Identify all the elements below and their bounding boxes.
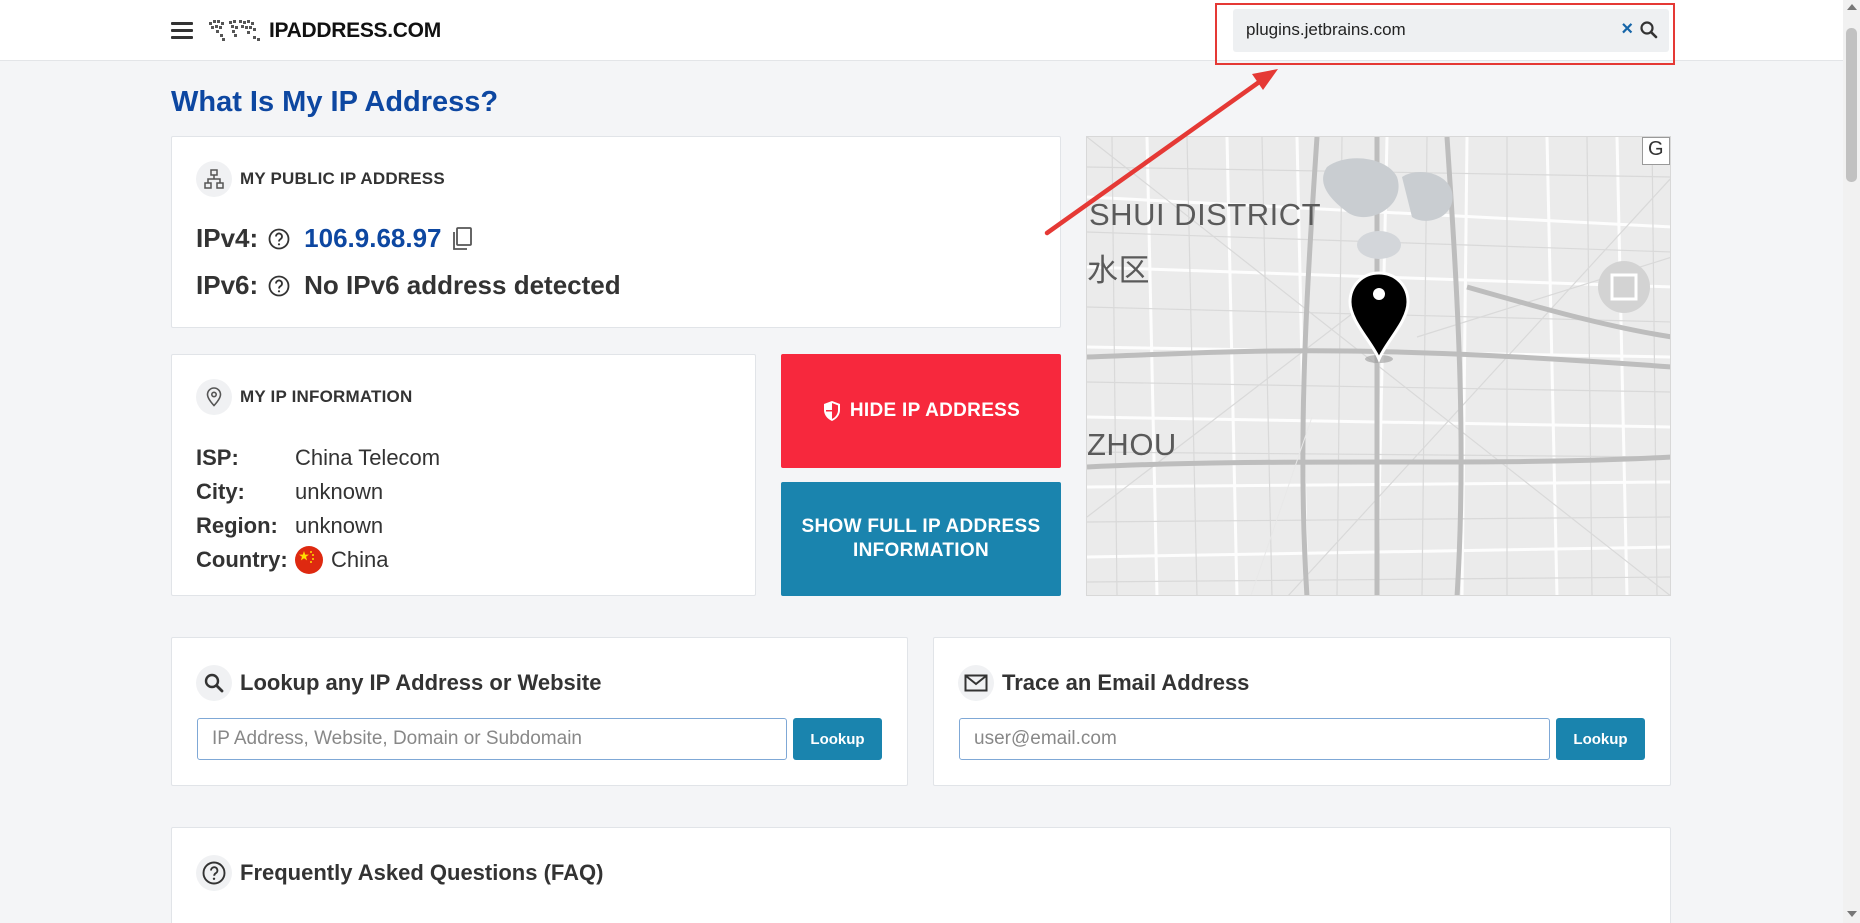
shield-icon bbox=[823, 401, 840, 421]
email-lookup-button[interactable]: Lookup bbox=[1556, 718, 1645, 760]
info-key: City: bbox=[196, 479, 245, 504]
info-key: ISP: bbox=[196, 445, 239, 470]
ipv4-value[interactable]: 106.9.68.97 bbox=[304, 223, 441, 254]
location-map[interactable]: SHUI DISTRICT 水区 ZHOU G bbox=[1086, 136, 1671, 596]
map-district-label-cn: 水区 bbox=[1087, 253, 1150, 288]
lookup-header: Lookup any IP Address or Website bbox=[196, 665, 601, 701]
page-title: What Is My IP Address? bbox=[171, 86, 499, 118]
ipv6-label: IPv6: bbox=[196, 270, 259, 300]
scrollbar[interactable] bbox=[1843, 0, 1860, 923]
info-row-city: City: unknown bbox=[196, 475, 440, 509]
copy-icon[interactable] bbox=[450, 226, 474, 252]
help-icon[interactable] bbox=[268, 275, 290, 297]
country-name: China bbox=[331, 547, 389, 572]
ipv6-row: IPv6: No IPv6 address detected bbox=[196, 270, 621, 301]
ip-info-header: MY IP INFORMATION bbox=[196, 379, 412, 415]
faq-header: Frequently Asked Questions (FAQ) bbox=[196, 855, 603, 891]
ip-info-table: ISP: China Telecom City: unknown Region:… bbox=[196, 441, 440, 577]
lookup-card bbox=[171, 637, 908, 786]
header-search-input[interactable]: plugins.jetbrains.com bbox=[1246, 20, 1406, 40]
faq-title: Frequently Asked Questions (FAQ) bbox=[240, 860, 604, 885]
scroll-down-arrow[interactable] bbox=[1847, 911, 1857, 917]
world-map-icon bbox=[209, 20, 260, 41]
hide-ip-label: HIDE IP ADDRESS bbox=[849, 400, 1021, 421]
info-value: unknown bbox=[295, 479, 384, 504]
header-search[interactable]: plugins.jetbrains.com × bbox=[1233, 9, 1669, 52]
info-row-isp: ISP: China Telecom bbox=[196, 441, 440, 475]
ip-lookup-button[interactable]: Lookup bbox=[793, 718, 882, 760]
ipv4-row: IPv4: 106.9.68.97 bbox=[196, 223, 474, 254]
search-icon[interactable] bbox=[1638, 19, 1660, 41]
scrollbar-thumb[interactable] bbox=[1846, 28, 1857, 182]
ip-info-heading: MY IP INFORMATION bbox=[240, 387, 413, 406]
help-icon[interactable] bbox=[268, 228, 290, 250]
show-full-ip-label: SHOW FULL IP ADDRESS INFORMATION bbox=[801, 516, 1041, 561]
info-row-country: Country: China bbox=[196, 543, 440, 577]
logo-text: IPADDRESS.COM bbox=[269, 19, 441, 42]
info-key: Country: bbox=[196, 547, 288, 572]
info-value: China bbox=[295, 546, 388, 574]
info-value: unknown bbox=[295, 513, 384, 538]
info-key: Region: bbox=[196, 513, 278, 538]
ipv6-value: No IPv6 address detected bbox=[304, 270, 621, 300]
map-district-label: SHUI DISTRICT bbox=[1089, 197, 1322, 232]
scroll-up-arrow[interactable] bbox=[1847, 4, 1857, 10]
email-trace-card bbox=[933, 637, 1671, 786]
show-full-ip-button[interactable]: SHOW FULL IP ADDRESS INFORMATION bbox=[781, 482, 1061, 596]
clear-icon[interactable]: × bbox=[1621, 18, 1633, 41]
ipv4-label: IPv4: bbox=[196, 223, 259, 253]
info-row-region: Region: unknown bbox=[196, 509, 440, 543]
network-icon bbox=[196, 161, 232, 197]
magnifier-icon bbox=[196, 665, 232, 701]
china-flag-icon bbox=[295, 546, 323, 574]
lookup-title: Lookup any IP Address or Website bbox=[240, 670, 602, 695]
site-logo[interactable]: IPADDRESS.COM bbox=[207, 14, 441, 48]
location-pin-icon bbox=[196, 379, 232, 415]
map-pin-icon[interactable] bbox=[1344, 269, 1414, 369]
public-ip-heading: MY PUBLIC IP ADDRESS bbox=[240, 169, 445, 188]
question-icon bbox=[196, 855, 232, 891]
info-value: China Telecom bbox=[295, 445, 441, 470]
envelope-icon bbox=[958, 665, 994, 701]
email-input[interactable]: user@email.com bbox=[959, 718, 1550, 760]
hide-ip-button[interactable]: HIDE IP ADDRESS bbox=[781, 354, 1061, 468]
map-area-label: ZHOU bbox=[1087, 427, 1177, 462]
ip-lookup-input[interactable]: IP Address, Website, Domain or Subdomain bbox=[197, 718, 787, 760]
public-ip-header: MY PUBLIC IP ADDRESS bbox=[196, 161, 445, 197]
menu-icon[interactable] bbox=[171, 22, 193, 40]
email-trace-title: Trace an Email Address bbox=[1002, 670, 1250, 695]
map-control[interactable]: G bbox=[1642, 137, 1670, 165]
email-trace-header: Trace an Email Address bbox=[958, 665, 1249, 701]
